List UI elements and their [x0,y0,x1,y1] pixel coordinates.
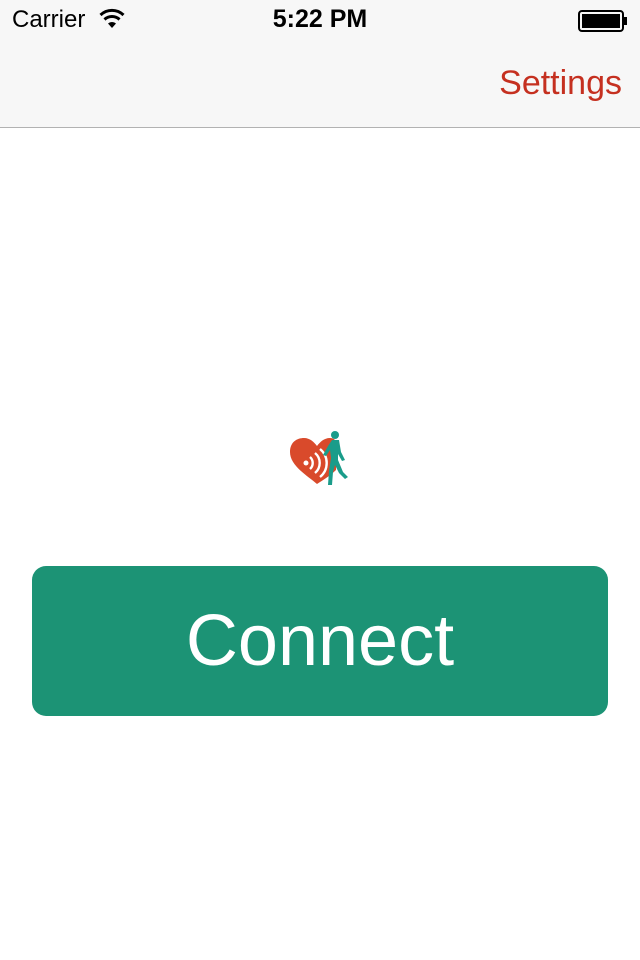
heart-runner-logo [290,431,348,485]
settings-button[interactable]: Settings [499,64,622,103]
status-bar: Carrier 5:22 PM [0,0,640,40]
connect-button[interactable]: Connect [32,566,608,716]
navigation-bar: Settings [0,40,640,128]
top-bar: Carrier 5:22 PM Settings [0,0,640,128]
screen: Carrier 5:22 PM Settings Connect [0,0,640,960]
battery-full-icon [578,10,627,32]
clock: 5:22 PM [272,5,368,33]
